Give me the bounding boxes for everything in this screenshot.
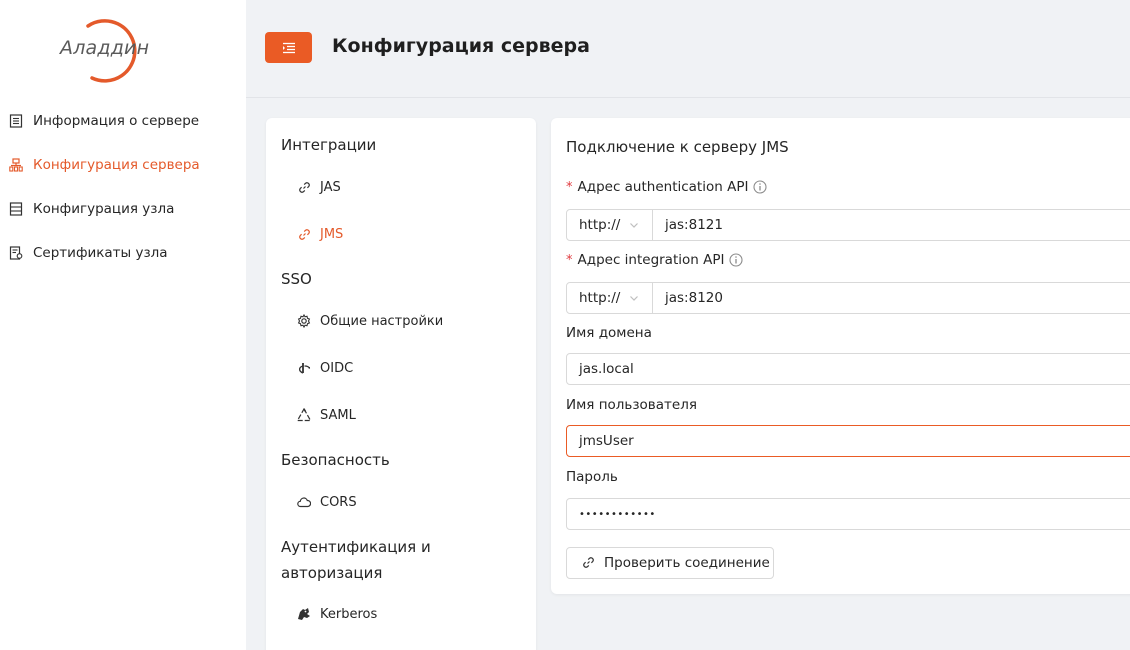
- group-title-security: Безопасность: [281, 451, 390, 469]
- sidebar-item-label: Информация о сервере: [33, 113, 200, 129]
- group-title-sso: SSO: [281, 270, 312, 288]
- sidebar-item-server-config[interactable]: Конфигурация сервера: [0, 143, 246, 187]
- menu-item-label: Kerberos: [320, 606, 378, 622]
- aladdin-logo[interactable]: Аладдин: [58, 12, 158, 84]
- sidebar: Аладдин Информация о сервере Конфигураци…: [0, 0, 246, 650]
- password-label: Пароль: [566, 469, 618, 485]
- kerberos-icon: [296, 606, 312, 622]
- sidebar-item-label: Сертификаты узла: [33, 245, 168, 261]
- info-icon[interactable]: [753, 180, 768, 194]
- menu-item-label: Общие настройки: [320, 313, 444, 329]
- group-title-integrations: Интеграции: [281, 136, 377, 154]
- sidebar-item-node-certificates[interactable]: Сертификаты узла: [0, 231, 246, 275]
- protocol-value: http://: [579, 217, 621, 233]
- sidebar-nav: Информация о сервере Конфигурация сервер…: [0, 99, 246, 275]
- sidebar-item-label: Конфигурация узла: [33, 201, 175, 217]
- auth-api-input-group: http:// jas:8121: [566, 209, 1130, 241]
- required-mark: *: [566, 179, 573, 195]
- group-title-auth-line2: авторизация: [281, 564, 383, 582]
- menu-item-label: JAS: [320, 179, 341, 195]
- username-input[interactable]: jmsUser: [566, 425, 1130, 457]
- auth-api-protocol-select[interactable]: http://: [567, 210, 653, 240]
- sidebar-item-label: Конфигурация сервера: [33, 157, 200, 173]
- certificate-icon: [9, 246, 23, 260]
- menu-item-jms[interactable]: JMS: [296, 222, 343, 246]
- openid-icon: [296, 360, 312, 376]
- integration-api-label: * Адрес integration API: [566, 252, 744, 268]
- menu-item-label: SAML: [320, 407, 356, 423]
- link-icon: [296, 226, 312, 242]
- logo-text: Аладдин: [60, 37, 150, 59]
- menu-item-general-settings[interactable]: Общие настройки: [296, 309, 443, 333]
- auth-api-label: * Адрес authentication API: [566, 179, 768, 195]
- auth-api-label-text: Адрес authentication API: [577, 179, 749, 195]
- saml-icon: [296, 407, 312, 423]
- domain-label: Имя домена: [566, 325, 652, 341]
- required-mark: *: [566, 252, 573, 268]
- menu-item-label: JMS: [320, 226, 344, 242]
- page-title: Конфигурация сервера: [332, 35, 590, 57]
- gear-icon: [296, 313, 312, 329]
- chevron-down-icon: [629, 220, 639, 230]
- group-title-auth-line1: Аутентификация и: [281, 538, 431, 556]
- info-icon[interactable]: [729, 253, 744, 267]
- auth-api-host-input[interactable]: jas:8121: [653, 210, 1130, 240]
- integration-api-input-group: http:// jas:8120: [566, 282, 1130, 314]
- password-input[interactable]: ••••••••••••: [566, 498, 1130, 530]
- link-icon: [582, 556, 596, 570]
- hierarchy-icon: [9, 158, 23, 172]
- menu-toggle-button[interactable]: [265, 32, 312, 63]
- form-title: Подключение к серверу JMS: [566, 138, 789, 156]
- integration-api-host-input[interactable]: jas:8120: [653, 283, 1130, 313]
- menu-item-saml[interactable]: SAML: [296, 403, 356, 427]
- menu-item-oidc[interactable]: OIDC: [296, 356, 353, 380]
- settings-menu-panel: Интеграции JAS JMS SSO Общие настройки O…: [266, 118, 536, 650]
- check-connection-button[interactable]: Проверить соединение: [566, 547, 774, 579]
- cloud-icon: [296, 494, 312, 510]
- protocol-value: http://: [579, 290, 621, 306]
- menu-item-cors[interactable]: CORS: [296, 490, 357, 514]
- chevron-down-icon: [629, 293, 639, 303]
- menu-item-jas[interactable]: JAS: [296, 175, 341, 199]
- sidebar-item-node-config[interactable]: Конфигурация узла: [0, 187, 246, 231]
- domain-input[interactable]: jas.local: [566, 353, 1130, 385]
- check-connection-label: Проверить соединение: [604, 555, 770, 571]
- menu-item-label: CORS: [320, 494, 357, 510]
- page-header: Конфигурация сервера: [246, 0, 1130, 98]
- server-icon: [9, 202, 23, 216]
- sidebar-item-server-info[interactable]: Информация о сервере: [0, 99, 246, 143]
- menu-fold-icon: [282, 42, 295, 53]
- list-icon: [9, 114, 23, 128]
- link-icon: [296, 179, 312, 195]
- integration-api-label-text: Адрес integration API: [577, 252, 725, 268]
- menu-item-kerberos[interactable]: Kerberos: [296, 602, 377, 626]
- username-label: Имя пользователя: [566, 397, 697, 413]
- integration-api-protocol-select[interactable]: http://: [567, 283, 653, 313]
- jms-connection-form: Подключение к серверу JMS * Адрес authen…: [551, 118, 1130, 594]
- menu-item-label: OIDC: [320, 360, 354, 376]
